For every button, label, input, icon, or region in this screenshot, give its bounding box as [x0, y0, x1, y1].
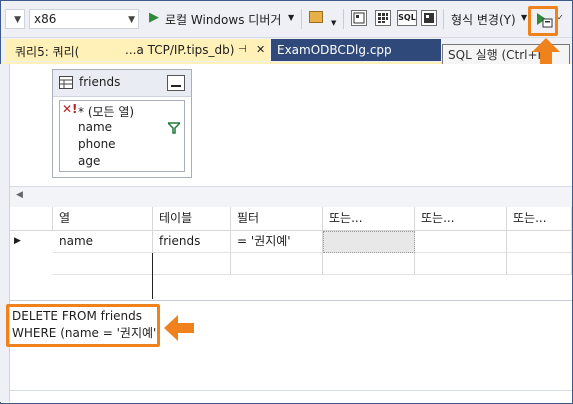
grid-divider [152, 253, 153, 299]
grid-header-table: 테이블 [153, 207, 231, 231]
grid-header-or-3: 또는... [507, 207, 572, 231]
grid-empty-cell[interactable] [53, 253, 153, 275]
column-all[interactable]: * (모든 열) [78, 103, 134, 120]
debugger-button[interactable]: 로컬 Windows 디버거 [165, 11, 281, 28]
grid-cell-or-2[interactable] [415, 231, 507, 253]
table-icon [59, 76, 73, 89]
grid-header-filter: 필터 [231, 207, 323, 231]
criteria-pane-icon[interactable] [375, 10, 391, 26]
chevron-down-icon[interactable]: ▼ [288, 13, 294, 22]
filter-icon [168, 122, 180, 134]
chevron-down-icon[interactable]: ▼ [521, 13, 527, 22]
column-phone[interactable]: phone [78, 137, 116, 151]
arrow-left-icon [164, 315, 194, 341]
grid-header-or-2: 또는... [415, 207, 507, 231]
diagram-pane-icon[interactable] [351, 10, 367, 26]
table-box-header[interactable]: friends [53, 70, 191, 97]
grid-row-header [10, 207, 53, 231]
tab-exam-cpp[interactable]: ExamODBCDlg.cpp [271, 39, 441, 61]
grid-cell-table[interactable]: friends [153, 231, 231, 253]
tab-exam-cpp-label: ExamODBCDlg.cpp [277, 43, 392, 57]
grid-cell-filter[interactable]: = '권지예' [231, 231, 323, 253]
table-box-title: friends [79, 75, 121, 89]
grid-cell-or-1[interactable] [323, 231, 415, 253]
scroll-left-icon[interactable]: ◀ [16, 190, 23, 200]
tab-query-label: 쿼리5: 쿼리( [15, 45, 80, 59]
pin-icon[interactable]: ⊣ [238, 44, 247, 55]
grid-cell-column[interactable]: name [53, 231, 153, 253]
sql-highlight [6, 304, 160, 347]
format-change-button[interactable]: 형식 변경(Y) [451, 11, 516, 28]
key-icon: ✕! [62, 102, 78, 116]
grid-empty-cell[interactable] [231, 253, 323, 275]
config-dropdown[interactable]: ▼ [5, 9, 25, 29]
table-box-friends[interactable]: friends ✕! * (모든 열) name phone age [52, 69, 192, 178]
criteria-grid: 열 테이블 필터 또는... 또는... 또는... ▶ name friend… [10, 207, 572, 299]
grid-empty-cell[interactable] [323, 253, 415, 275]
play-icon[interactable]: ▶ [149, 10, 159, 25]
grid-cell-or-3[interactable] [507, 231, 572, 253]
tab-query[interactable]: 쿼리5: 쿼리( ...a TCP/IP.tips_db) ⊣ ✕ [5, 39, 269, 61]
chevron-down-icon: ▼ [128, 15, 135, 25]
pane-left-gutter [0, 64, 10, 402]
grid-header-column: 열 [53, 207, 153, 231]
grid-empty-cell[interactable] [153, 253, 231, 275]
column-age[interactable]: age [78, 154, 100, 168]
chevron-down-icon: ▼ [14, 15, 21, 25]
sql-pane-icon[interactable]: SQL [397, 10, 417, 26]
separator [343, 9, 344, 29]
grid-header-or-1: 또는... [323, 207, 415, 231]
close-icon[interactable]: ✕ [256, 43, 265, 56]
execute-sql-highlight [528, 6, 558, 36]
column-list: ✕! * (모든 열) name phone age [59, 100, 185, 172]
separator [443, 9, 444, 29]
row-selector-icon: ▶ [14, 236, 21, 246]
platform-dropdown[interactable]: x86 ▼ [29, 9, 139, 29]
folder-icon[interactable] [309, 11, 323, 23]
results-pane-icon[interactable] [421, 10, 437, 26]
column-name[interactable]: name [78, 120, 112, 134]
chevron-down-icon[interactable]: ▼ [331, 19, 336, 27]
sql-verify-icon[interactable]: ✓ [557, 13, 564, 22]
tab-query-suffix: ...a TCP/IP.tips_db) [125, 43, 235, 57]
grid-empty-cell[interactable] [507, 253, 572, 275]
separator [301, 9, 302, 29]
minimize-button[interactable] [167, 75, 185, 91]
pane-divider [10, 390, 572, 391]
grid-empty-cell[interactable] [415, 253, 507, 275]
platform-value: x86 [34, 12, 57, 26]
minimize-icon [171, 85, 181, 87]
toolbar: ▼ x86 ▼ ▶ 로컬 Windows 디버거 ▼ ▼ SQL 형식 변경(Y… [1, 1, 572, 38]
horizontal-scrollbar[interactable]: ◀ [10, 186, 572, 208]
